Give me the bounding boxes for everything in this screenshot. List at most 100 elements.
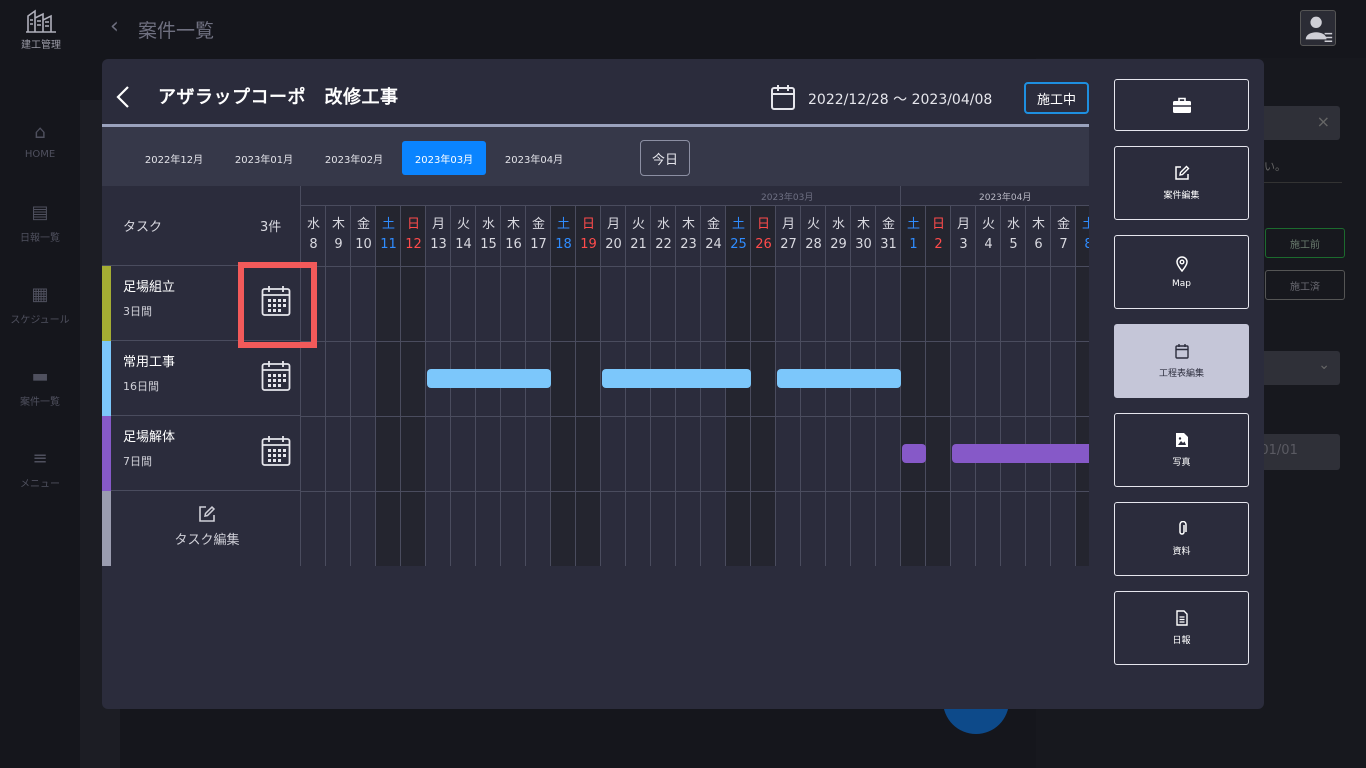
daily-report-button[interactable]: 日報: [1114, 591, 1249, 665]
day-number: 18: [555, 237, 572, 252]
task-edit-label: タスク編集: [174, 533, 240, 548]
day-column: [376, 206, 401, 566]
weekday-label: 月: [431, 217, 445, 232]
task-header-label: タスク: [123, 220, 163, 235]
tab-month-2023-04[interactable]: 2023年04月: [492, 141, 576, 175]
back-chevron-icon[interactable]: ‹: [110, 14, 119, 39]
project-edit-button[interactable]: 案件編集: [1114, 146, 1249, 220]
day-number: 27: [780, 237, 797, 252]
schedule-edit-button[interactable]: 工程表編集: [1114, 324, 1249, 398]
tab-month-2022-12[interactable]: 2022年12月: [132, 141, 216, 175]
day-column: [1026, 206, 1051, 566]
app-logo[interactable]: 建工管理: [18, 8, 64, 51]
task-color-stripe: [102, 416, 111, 491]
project-schedule-modal: アザラップコーポ 改修工事 2022/12/28 ～ 2023/04/08 施工…: [102, 59, 1264, 709]
day-number: 5: [1009, 237, 1018, 252]
day-column: [301, 206, 326, 566]
map-button[interactable]: Map: [1114, 235, 1249, 309]
status-badge[interactable]: 施工中: [1024, 82, 1089, 114]
weekday-label: 火: [806, 217, 820, 232]
weekday-label: 土: [731, 217, 745, 232]
day-column: [901, 206, 926, 566]
nav-label: 案件一覧: [20, 397, 60, 408]
task-bar[interactable]: [902, 444, 926, 463]
day-column: [1001, 206, 1026, 566]
day-number: 22: [655, 237, 672, 252]
task-calendar-icon[interactable]: [261, 435, 291, 467]
task-row[interactable]: 常用工事 16日間: [102, 341, 301, 416]
nav-item-projects[interactable]: ▬ 案件一覧: [0, 346, 80, 428]
photos-button[interactable]: 写真: [1114, 413, 1249, 487]
calendar-icon: ▦: [31, 284, 49, 305]
documents-button[interactable]: 資料: [1114, 502, 1249, 576]
weekday-label: 木: [681, 217, 695, 232]
day-column: [576, 206, 601, 566]
nav-item-daily-reports[interactable]: ▤ 日報一覧: [0, 182, 80, 264]
task-bar[interactable]: [777, 369, 901, 388]
page-title: 案件一覧: [138, 20, 215, 42]
weekday-label: 日: [931, 217, 945, 232]
day-column: [1076, 206, 1089, 566]
status-before-button[interactable]: 施工前: [1265, 228, 1345, 258]
tab-month-2023-01[interactable]: 2023年01月: [222, 141, 306, 175]
edit-icon: [1174, 165, 1189, 180]
day-column: [326, 206, 351, 566]
task-row[interactable]: 足場組立 3日間: [102, 266, 301, 341]
row-divider: [301, 341, 1089, 342]
task-calendar-icon[interactable]: [261, 285, 291, 317]
status-done-button[interactable]: 施工済: [1265, 270, 1345, 300]
day-number: 30: [855, 237, 872, 252]
tab-month-2023-03[interactable]: 2023年03月: [402, 141, 486, 175]
day-number: 26: [755, 237, 772, 252]
nav-item-menu[interactable]: ≡ メニュー: [0, 428, 80, 510]
user-avatar-icon[interactable]: [1300, 10, 1336, 46]
task-row[interactable]: 足場解体 7日間: [102, 416, 301, 491]
day-number: 12: [405, 237, 422, 252]
briefcase-icon: ▬: [31, 366, 49, 387]
back-chevron-icon[interactable]: [116, 85, 130, 109]
weekday-label: 金: [706, 217, 720, 232]
nav-item-home[interactable]: ⌂ HOME: [0, 100, 80, 182]
gantt-calendar: 2023年03月 2023年04月 水 8 木 9 金 10 土 11 日 12 月 13 火 14 水 15…: [301, 186, 1089, 566]
edit-icon: [199, 505, 216, 522]
weekday-label: 月: [606, 217, 620, 232]
weekday-label: 月: [781, 217, 795, 232]
gantt-chart: タスク 3件 足場組立 3日間 常用工事 16日間 足場解体 7日間 タスク編集…: [102, 186, 1089, 566]
day-number: 25: [730, 237, 747, 252]
task-edit-button[interactable]: タスク編集: [162, 505, 252, 548]
day-number: 15: [480, 237, 497, 252]
project-period: 2022/12/28 ～ 2023/04/08: [808, 92, 993, 108]
task-edit-row: タスク編集: [102, 491, 301, 566]
task-bar[interactable]: [427, 369, 551, 388]
project-info-button[interactable]: [1114, 79, 1249, 131]
weekday-label: 金: [531, 217, 545, 232]
day-column: [976, 206, 1001, 566]
task-color-stripe: [102, 491, 111, 566]
tab-month-2023-02[interactable]: 2023年02月: [312, 141, 396, 175]
task-duration: 16日間: [123, 380, 159, 393]
logo-text: 建工管理: [21, 40, 61, 51]
map-pin-icon: [1175, 255, 1188, 272]
weekday-label: 木: [331, 217, 345, 232]
weekday-label: 水: [306, 217, 320, 232]
day-number: 19: [580, 237, 597, 252]
building-logo-icon: [26, 9, 56, 33]
today-button[interactable]: 今日: [640, 140, 690, 176]
weekday-label: 月: [956, 217, 970, 232]
task-bar[interactable]: [602, 369, 751, 388]
nav-item-schedule[interactable]: ▦ スケジュール: [0, 264, 80, 346]
task-calendar-icon[interactable]: [261, 360, 291, 392]
row-divider: [301, 266, 1089, 267]
home-icon: ⌂: [34, 122, 46, 143]
day-number: 20: [605, 237, 622, 252]
day-column: [351, 206, 376, 566]
background-note: い。: [1264, 160, 1286, 173]
day-column: [401, 206, 426, 566]
task-bar[interactable]: [952, 444, 1089, 463]
day-number: 2: [934, 237, 943, 252]
day-number: 1: [909, 237, 918, 252]
weekday-label: 土: [556, 217, 570, 232]
day-number: 9: [334, 237, 343, 252]
weekday-label: 水: [831, 217, 845, 232]
calendar-icon: [1174, 344, 1189, 359]
